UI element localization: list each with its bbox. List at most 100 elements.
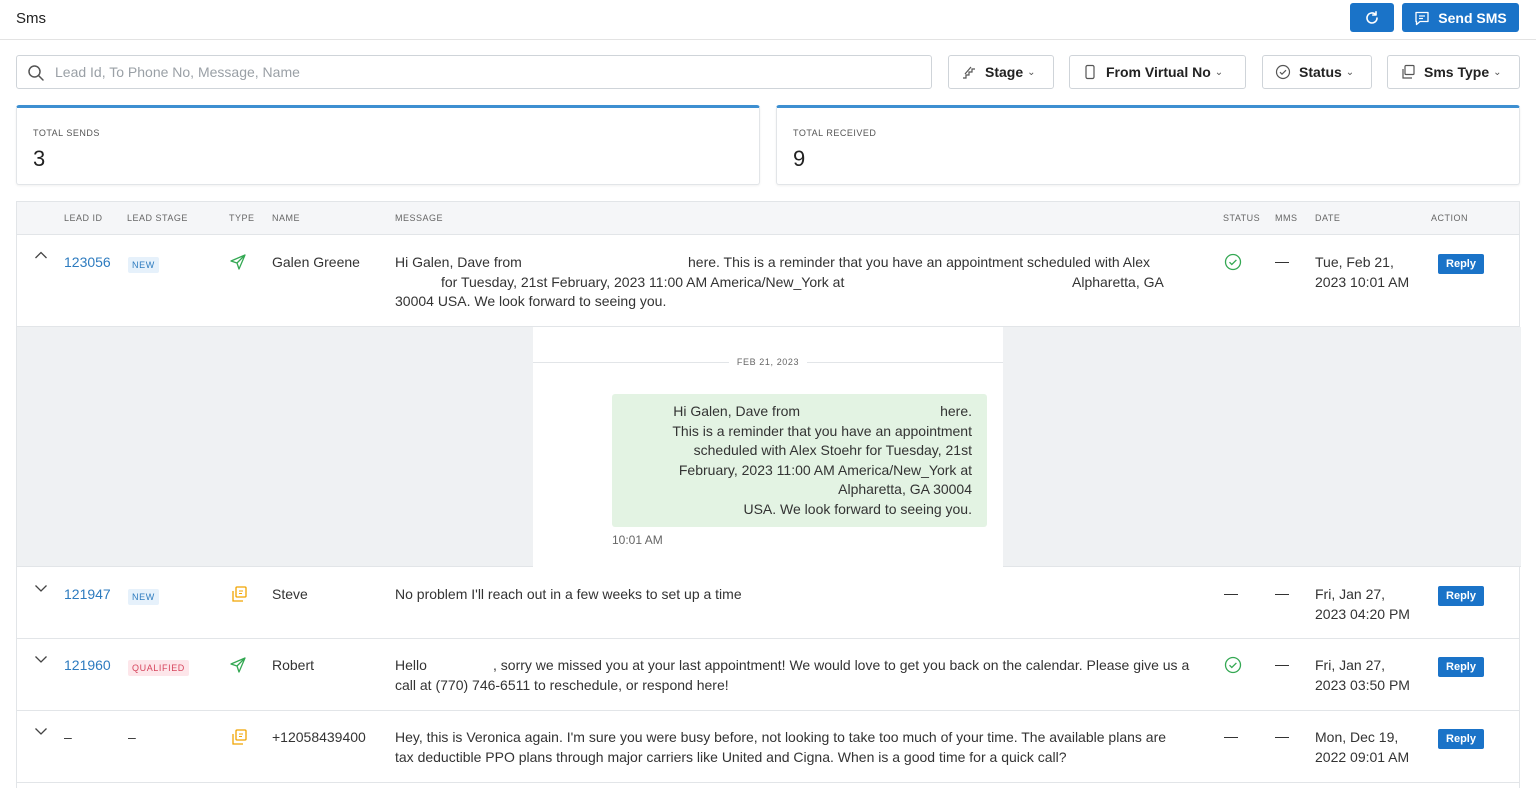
col-name[interactable]: NAME bbox=[272, 213, 300, 223]
col-lead-stage[interactable]: LEAD STAGE bbox=[127, 213, 188, 223]
mms-empty bbox=[1275, 594, 1289, 595]
check-circle-icon bbox=[1275, 64, 1291, 80]
mms-empty bbox=[1275, 737, 1289, 738]
send-sms-label: Send SMS bbox=[1438, 9, 1507, 26]
page-title: Sms bbox=[16, 10, 46, 27]
table-row[interactable]: – – +12058439400 Hey, this is Veronica a… bbox=[17, 711, 1519, 783]
from-virtual-no-filter[interactable]: From Virtual No ⌄ bbox=[1069, 55, 1246, 89]
message-text: tax deductible PPO plans through major c… bbox=[395, 749, 1067, 765]
date-text: Fri, Jan 27, bbox=[1315, 586, 1386, 602]
col-type[interactable]: TYPE bbox=[229, 213, 255, 223]
contact-name: +12058439400 bbox=[272, 729, 366, 745]
stage-filter[interactable]: Stage ⌄ bbox=[948, 55, 1054, 89]
bubble-line: scheduled with Alex Stoehr for Tuesday, … bbox=[693, 442, 972, 459]
date-text: Tue, Feb 21, bbox=[1315, 254, 1394, 270]
date-text: Fri, Jan 27, bbox=[1315, 657, 1386, 673]
chevron-down-icon[interactable] bbox=[34, 654, 48, 664]
bubble-line: Hi Galen, Dave from here. bbox=[673, 403, 972, 419]
total-received-card: TOTAL RECEIVED 9 bbox=[776, 105, 1520, 185]
phone-icon bbox=[1085, 64, 1095, 80]
chevron-down-icon[interactable] bbox=[34, 583, 48, 593]
mms-empty bbox=[1275, 262, 1289, 263]
stage-badge: NEW bbox=[128, 589, 159, 605]
send-icon bbox=[230, 254, 246, 270]
date-text: 2022 09:01 AM bbox=[1315, 749, 1410, 765]
chevron-down-icon: ⌄ bbox=[1345, 66, 1355, 78]
lead-id-link[interactable]: 121947 bbox=[64, 584, 111, 604]
reply-button[interactable]: Reply bbox=[1438, 586, 1484, 606]
copy-icon bbox=[232, 729, 247, 745]
total-sends-label: TOTAL SENDS bbox=[33, 128, 100, 138]
copy-icon bbox=[232, 586, 247, 602]
message-text: Alpharetta, GA bbox=[1072, 274, 1164, 290]
message-text: call at (770) 746-6511 to reschedule, or… bbox=[395, 677, 729, 693]
lead-id-link[interactable]: 121960 bbox=[64, 655, 111, 675]
date-text: 2023 03:50 PM bbox=[1315, 677, 1410, 693]
contact-name: Galen Greene bbox=[272, 254, 360, 270]
check-circle-icon bbox=[1224, 253, 1242, 271]
reply-button[interactable]: Reply bbox=[1438, 657, 1484, 677]
chevron-down-icon: ⌄ bbox=[1027, 66, 1036, 78]
lead-id-link[interactable]: 123056 bbox=[64, 252, 111, 272]
chevron-up-icon[interactable] bbox=[34, 250, 48, 260]
stage-text: – bbox=[128, 729, 136, 745]
total-received-label: TOTAL RECEIVED bbox=[793, 128, 877, 138]
top-bar: Sms Send SMS bbox=[0, 0, 1536, 40]
col-message[interactable]: MESSAGE bbox=[395, 213, 443, 223]
date-text: 2023 04:20 PM bbox=[1315, 606, 1410, 622]
message-text: No problem I'll reach out in a few weeks… bbox=[395, 586, 742, 602]
message-text: for Tuesday, 21st February, 2023 11:00 A… bbox=[441, 274, 845, 290]
chevron-down-icon: ⌄ bbox=[1493, 66, 1502, 78]
refresh-button[interactable] bbox=[1350, 3, 1394, 32]
table-row[interactable]: 121947 NEW Steve No problem I'll reach o… bbox=[17, 568, 1519, 639]
bubble-line: Alpharetta, GA 30004 bbox=[838, 481, 972, 498]
send-icon bbox=[230, 657, 246, 673]
stairs-icon bbox=[963, 66, 975, 79]
search-icon bbox=[28, 65, 44, 81]
bubble-line: USA. We look forward to seeing you. bbox=[743, 500, 972, 517]
col-status[interactable]: STATUS bbox=[1223, 213, 1260, 223]
bubble-line: This is a reminder that you have an appo… bbox=[672, 422, 972, 439]
contact-name: Steve bbox=[272, 586, 308, 602]
sms-type-filter-label: Sms Type bbox=[1424, 64, 1490, 80]
col-mms[interactable]: MMS bbox=[1275, 213, 1298, 223]
bubble-line: February, 2023 11:00 AM America/New_York… bbox=[678, 461, 972, 478]
total-sends-value: 3 bbox=[33, 146, 46, 171]
sms-table: LEAD ID LEAD STAGE TYPE NAME MESSAGE STA… bbox=[16, 201, 1521, 788]
sms-type-filter[interactable]: Sms Type ⌄ bbox=[1387, 55, 1520, 89]
table-row[interactable]: 121960 QUALIFIED Robert Hello , sorry we… bbox=[17, 639, 1519, 711]
col-date[interactable]: DATE bbox=[1315, 213, 1340, 223]
status-filter[interactable]: Status ⌄ bbox=[1262, 55, 1372, 89]
chevron-down-icon: ⌄ bbox=[1214, 66, 1224, 78]
message-text: Hey, this is Veronica again. I'm sure yo… bbox=[395, 729, 1167, 745]
reply-button[interactable]: Reply bbox=[1438, 729, 1484, 749]
contact-name: Robert bbox=[272, 657, 315, 673]
mms-empty bbox=[1275, 665, 1289, 666]
status-empty bbox=[1224, 737, 1238, 738]
check-circle-icon bbox=[1224, 656, 1242, 674]
reply-button[interactable]: Reply bbox=[1438, 254, 1484, 274]
chevron-down-icon[interactable] bbox=[34, 726, 48, 736]
send-sms-button[interactable]: Send SMS bbox=[1402, 3, 1519, 32]
message-time: 10:01 AM bbox=[612, 533, 663, 547]
message-text: here. This is a reminder that you have a… bbox=[688, 254, 1151, 270]
copy-icon bbox=[1402, 64, 1415, 79]
date-text: Mon, Dec 19, bbox=[1315, 729, 1399, 745]
table-row[interactable]: 123056 NEW Galen Greene Hi Galen, Dave f… bbox=[17, 235, 1519, 327]
from-virtual-no-label: From Virtual No bbox=[1106, 64, 1211, 80]
divider bbox=[807, 362, 1003, 363]
col-action[interactable]: ACTION bbox=[1431, 213, 1468, 223]
stage-filter-label: Stage bbox=[985, 64, 1024, 80]
message-text: 30004 USA. We look forward to seeing you… bbox=[395, 293, 667, 309]
total-sends-card: TOTAL SENDS 3 bbox=[16, 105, 760, 185]
status-empty bbox=[1224, 594, 1238, 595]
col-lead-id[interactable]: LEAD ID bbox=[64, 213, 103, 223]
table-header: LEAD ID LEAD STAGE TYPE NAME MESSAGE STA… bbox=[17, 202, 1519, 235]
search-box bbox=[16, 55, 932, 89]
conversation-thread: FEB 21, 2023 Hi Galen, Dave from here. T… bbox=[533, 327, 1003, 567]
message-bubble: Hi Galen, Dave from here. This is a remi… bbox=[612, 394, 987, 527]
message-text: Hi Galen, Dave from bbox=[395, 254, 522, 270]
total-received-value: 9 bbox=[793, 146, 806, 171]
search-input[interactable] bbox=[55, 56, 915, 88]
refresh-icon bbox=[1366, 10, 1378, 24]
